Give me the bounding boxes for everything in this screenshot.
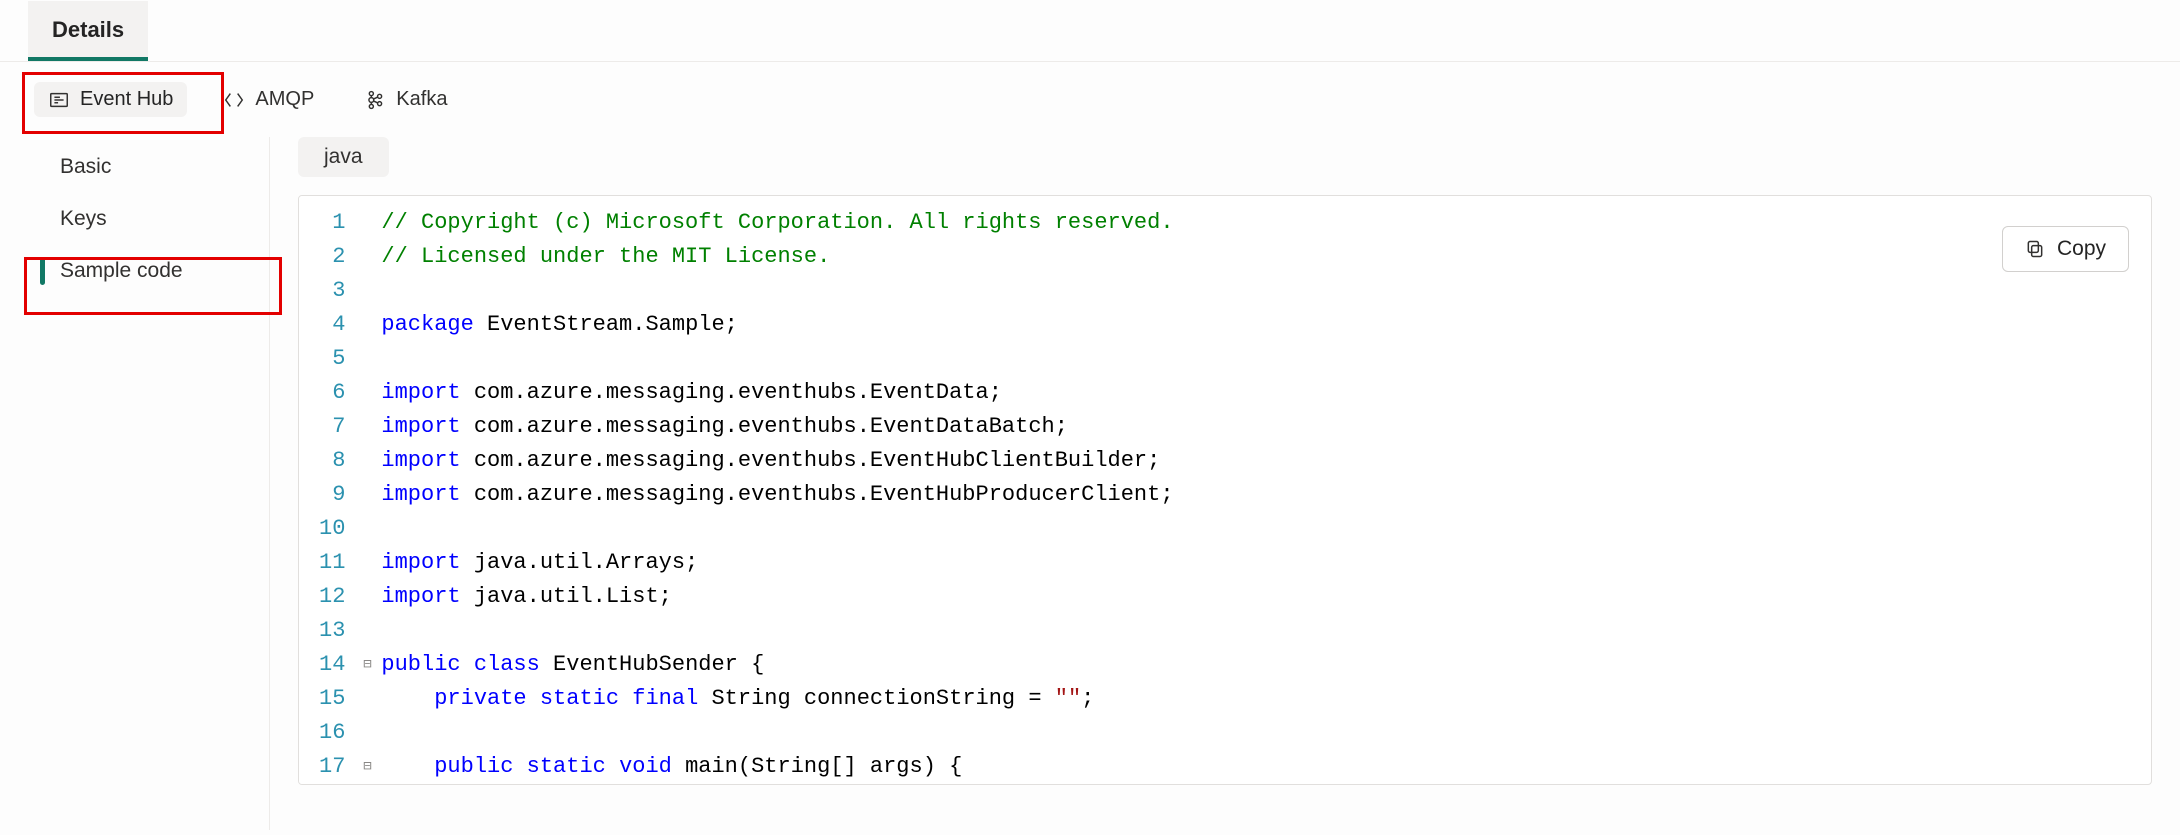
copy-icon [2025,239,2045,259]
kafka-icon [364,89,386,111]
protocol-amqp[interactable]: AMQP [209,82,328,117]
language-chip-java[interactable]: java [298,137,389,177]
amqp-icon [223,89,245,111]
code-lines: // Copyright (c) Microsoft Corporation. … [377,196,1181,785]
sidebar-item-basic[interactable]: Basic [0,141,269,193]
main-area: Basic Keys Sample code java Copy 1 2 [0,137,2180,830]
protocol-kafka-label: Kafka [396,88,447,111]
tab-details[interactable]: Details [28,1,148,61]
sidebar-item-sample-code[interactable]: Sample code [0,245,269,297]
protocol-event-hub-label: Event Hub [80,88,173,111]
code-fold-column: ⊟⊟ [357,196,377,785]
protocol-amqp-label: AMQP [255,88,314,111]
protocol-kafka[interactable]: Kafka [350,82,461,117]
sidebar-item-label: Keys [60,207,107,230]
top-tabs: Details [0,0,2180,62]
content: java Copy 1 2 3 4 5 6 7 8 9 10 11 12 13 … [270,137,2180,830]
code-gutter: 1 2 3 4 5 6 7 8 9 10 11 12 13 14 15 16 1… [299,196,357,785]
copy-button-label: Copy [2057,237,2106,261]
sidebar-item-label: Basic [60,155,111,178]
event-hub-icon [48,89,70,111]
copy-button[interactable]: Copy [2002,226,2129,272]
sidebar-item-keys[interactable]: Keys [0,193,269,245]
protocol-bar: Event Hub AMQP Kafka [0,62,2180,137]
protocol-event-hub[interactable]: Event Hub [34,82,187,117]
code-panel: Copy 1 2 3 4 5 6 7 8 9 10 11 12 13 14 15… [298,195,2152,785]
code-editor[interactable]: 1 2 3 4 5 6 7 8 9 10 11 12 13 14 15 16 1… [299,196,2151,785]
sidebar: Basic Keys Sample code [0,137,270,830]
sidebar-item-label: Sample code [60,259,183,282]
